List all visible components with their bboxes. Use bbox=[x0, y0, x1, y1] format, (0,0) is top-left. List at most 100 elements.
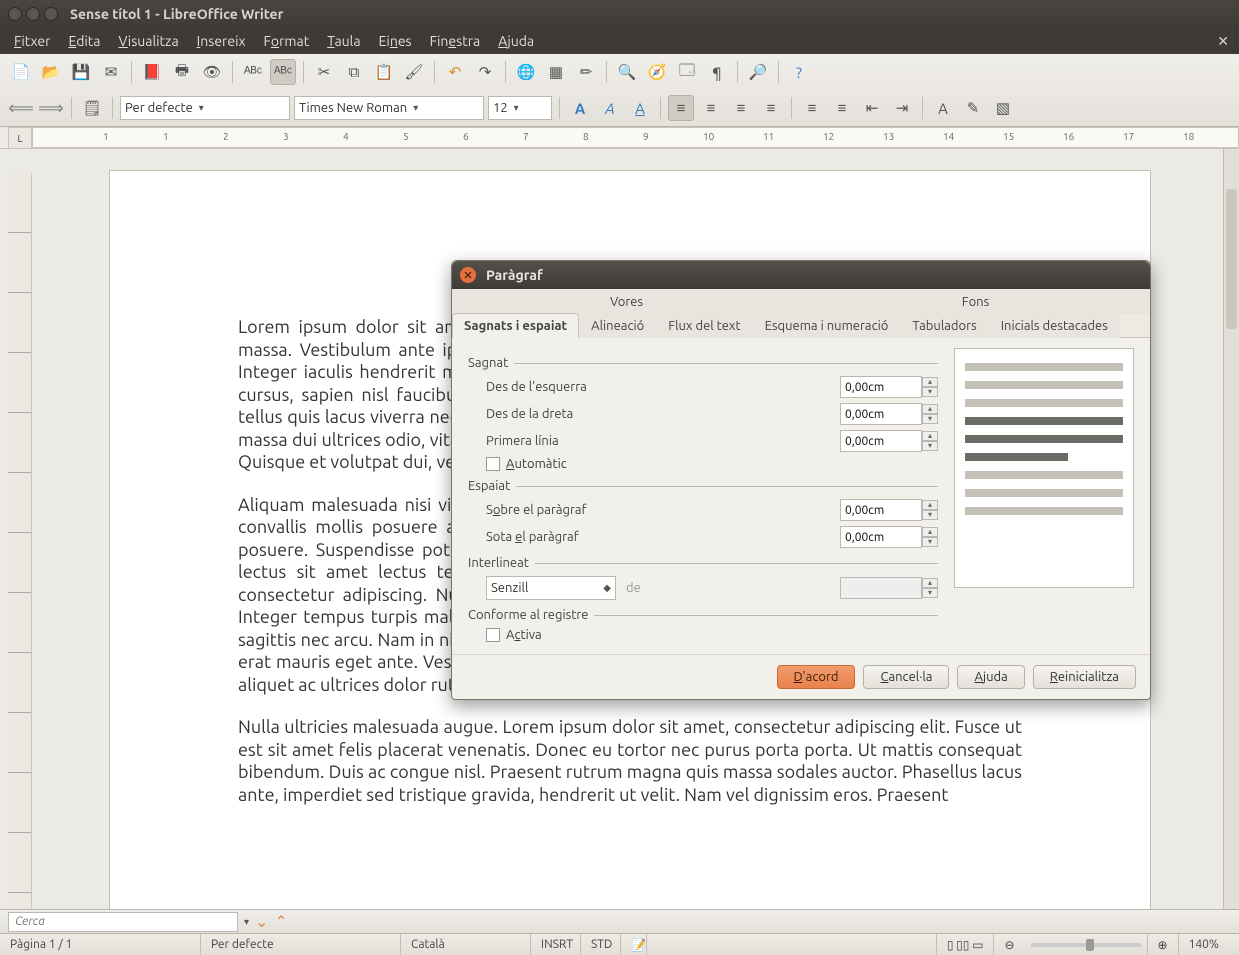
space-below-input[interactable] bbox=[840, 526, 922, 548]
autospell-button[interactable]: ᴬᴮᶜ bbox=[270, 59, 296, 85]
window-minimize-button[interactable] bbox=[26, 7, 40, 21]
table-button[interactable]: ▦ bbox=[543, 59, 569, 85]
pdf-export-button[interactable]: 📕 bbox=[139, 59, 165, 85]
tab-flux-text[interactable]: Flux del text bbox=[656, 313, 752, 338]
cut-button[interactable]: ✂ bbox=[311, 59, 337, 85]
find-input[interactable] bbox=[8, 912, 238, 932]
help-button[interactable]: ? bbox=[786, 59, 812, 85]
nonprinting-button[interactable]: ¶ bbox=[704, 59, 730, 85]
first-line-label: Primera línia bbox=[486, 434, 840, 448]
status-language[interactable]: Català bbox=[400, 934, 530, 955]
tab-sagnats-espaiat[interactable]: Sagnats i espaiat bbox=[452, 313, 579, 338]
menu-finestra[interactable]: Finestra bbox=[430, 33, 481, 49]
window-close-button[interactable] bbox=[8, 7, 22, 21]
window-maximize-button[interactable] bbox=[44, 7, 58, 21]
align-right-button[interactable]: ≡ bbox=[728, 95, 754, 121]
status-insert-mode[interactable]: INSRT bbox=[530, 934, 580, 955]
bold-button[interactable]: A bbox=[567, 95, 593, 121]
nav-back-button[interactable]: ⟸ bbox=[8, 95, 34, 121]
menu-visualitza[interactable]: Visualitza bbox=[118, 33, 178, 49]
underline-button[interactable]: A bbox=[627, 95, 653, 121]
menu-insereix[interactable]: Insereix bbox=[197, 33, 246, 49]
help-button[interactable]: Ajuda bbox=[957, 665, 1024, 689]
menu-taula[interactable]: Taula bbox=[327, 33, 360, 49]
vertical-scrollbar[interactable] bbox=[1223, 149, 1239, 909]
spellcheck-button[interactable]: ᴬᴮᶜ bbox=[240, 59, 266, 85]
horizontal-ruler[interactable]: 112 345 678 91011 121314 151617 18 bbox=[32, 127, 1239, 148]
find-next-icon[interactable]: ⌄ bbox=[255, 912, 268, 931]
gallery-button[interactable]: 🗔 bbox=[674, 59, 700, 85]
menu-fitxer[interactable]: Fitxer bbox=[14, 33, 50, 49]
find-prev-icon[interactable]: ⌃ bbox=[274, 912, 287, 931]
zoom-out-icon[interactable]: ⊖ bbox=[993, 934, 1024, 955]
vertical-ruler[interactable] bbox=[8, 173, 32, 909]
tab-fons[interactable]: Fons bbox=[801, 289, 1150, 314]
open-button[interactable]: 📂 bbox=[38, 59, 64, 85]
paragraph-style-value: Per defecte bbox=[125, 101, 193, 115]
group-registre-title: Conforme al registre bbox=[468, 608, 938, 622]
ok-button[interactable]: D'acord bbox=[777, 665, 856, 689]
navigator-button[interactable]: 🧭 bbox=[644, 59, 670, 85]
view-layout-icons[interactable]: ▯ ▯▯ ▭ bbox=[936, 934, 994, 955]
tab-tabuladors[interactable]: Tabuladors bbox=[900, 313, 988, 338]
font-size-combo[interactable]: 12▾ bbox=[488, 96, 552, 120]
print-button[interactable]: 🖶 bbox=[169, 59, 195, 85]
dialog-close-button[interactable]: ✕ bbox=[460, 267, 476, 283]
numbered-list-button[interactable]: ≡ bbox=[799, 95, 825, 121]
space-above-input[interactable] bbox=[840, 499, 922, 521]
menu-eines[interactable]: Eines bbox=[379, 33, 412, 49]
align-justify-button[interactable]: ≡ bbox=[758, 95, 784, 121]
zoom-in-icon[interactable]: ⊕ bbox=[1147, 934, 1178, 955]
tab-alineacio[interactable]: Alineació bbox=[579, 313, 656, 338]
indent-right-input[interactable] bbox=[840, 403, 922, 425]
spin-down-icon[interactable]: ▾ bbox=[922, 387, 938, 397]
paragraph-style-combo[interactable]: Per defecte▾ bbox=[120, 96, 290, 120]
zoom-slider[interactable] bbox=[1031, 943, 1141, 947]
bullet-list-button[interactable]: ≡ bbox=[829, 95, 855, 121]
new-doc-button[interactable]: 📄 bbox=[8, 59, 34, 85]
decrease-indent-button[interactable]: ⇤ bbox=[859, 95, 885, 121]
automatic-checkbox[interactable] bbox=[486, 457, 500, 471]
tab-inicials-destacades[interactable]: Inicials destacades bbox=[989, 313, 1120, 338]
indent-left-input[interactable] bbox=[840, 376, 922, 398]
dialog-titlebar[interactable]: ✕ Paràgraf bbox=[452, 261, 1150, 289]
reset-button[interactable]: Reinicialitza bbox=[1033, 665, 1136, 689]
undo-button[interactable]: ↶ bbox=[442, 59, 468, 85]
styles-button[interactable]: 🗒 bbox=[79, 95, 105, 121]
align-left-button[interactable]: ≡ bbox=[668, 95, 694, 121]
status-style[interactable]: Per defecte bbox=[200, 934, 400, 955]
tab-vores[interactable]: Vores bbox=[452, 289, 801, 314]
cancel-button[interactable]: Cancel·la bbox=[863, 665, 949, 689]
email-button[interactable]: ✉ bbox=[98, 59, 124, 85]
hyperlink-button[interactable]: 🌐 bbox=[513, 59, 539, 85]
zoom-value[interactable]: 140% bbox=[1178, 934, 1229, 955]
copy-button[interactable]: ⧉ bbox=[341, 59, 367, 85]
format-paintbrush-button[interactable]: 🖌 bbox=[401, 59, 427, 85]
status-selection-mode[interactable]: STD bbox=[580, 934, 620, 955]
activa-checkbox[interactable] bbox=[486, 628, 500, 642]
save-button[interactable]: 💾 bbox=[68, 59, 94, 85]
paste-button[interactable]: 📋 bbox=[371, 59, 397, 85]
menu-format[interactable]: Format bbox=[264, 33, 310, 49]
tab-esquema-numeracio[interactable]: Esquema i numeració bbox=[753, 313, 901, 338]
font-color-button[interactable]: A bbox=[930, 95, 956, 121]
align-center-button[interactable]: ≡ bbox=[698, 95, 724, 121]
font-name-combo[interactable]: Times New Roman▾ bbox=[294, 96, 484, 120]
redo-button[interactable]: ↷ bbox=[472, 59, 498, 85]
menu-edita[interactable]: Edita bbox=[68, 33, 100, 49]
menu-ajuda[interactable]: Ajuda bbox=[498, 33, 534, 49]
italic-button[interactable]: A bbox=[597, 95, 623, 121]
status-signature-icon[interactable]: 📝 bbox=[620, 934, 646, 955]
find-button[interactable]: 🔍 bbox=[614, 59, 640, 85]
increase-indent-button[interactable]: ⇥ bbox=[889, 95, 915, 121]
menubar-close-icon[interactable]: ✕ bbox=[1217, 33, 1229, 50]
print-preview-button[interactable]: 👁 bbox=[199, 59, 225, 85]
highlight-button[interactable]: ✎ bbox=[960, 95, 986, 121]
zoom-button[interactable]: 🔎 bbox=[745, 59, 771, 85]
spin-up-icon[interactable]: ▴ bbox=[922, 377, 938, 387]
first-line-input[interactable] bbox=[840, 430, 922, 452]
background-color-button[interactable]: ▧ bbox=[990, 95, 1016, 121]
drawing-button[interactable]: ✏ bbox=[573, 59, 599, 85]
nav-forward-button[interactable]: ⟹ bbox=[38, 95, 64, 121]
linespacing-combo[interactable]: Senzill ◆ bbox=[486, 576, 616, 600]
